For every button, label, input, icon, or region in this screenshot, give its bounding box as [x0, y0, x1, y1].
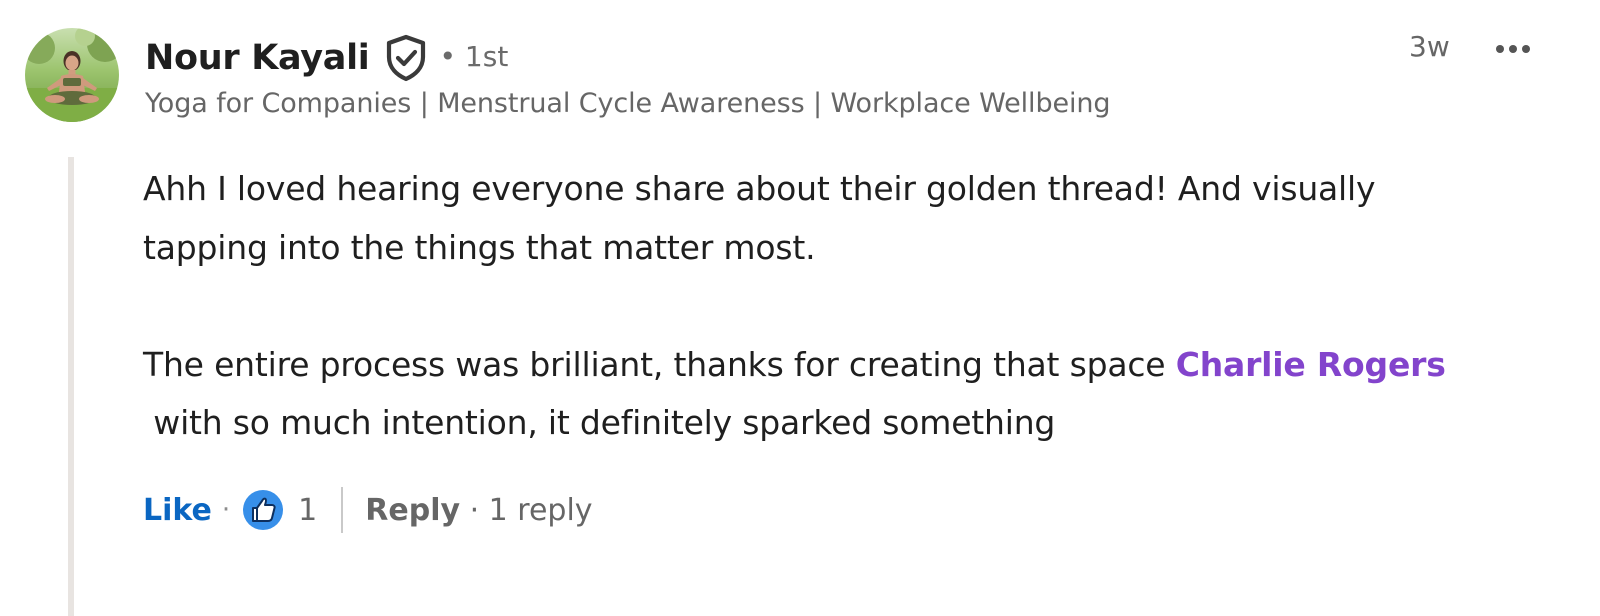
timestamp: 3w	[1409, 30, 1450, 63]
like-button[interactable]: Like	[143, 493, 212, 528]
reply-button[interactable]: Reply	[365, 493, 460, 528]
comment-actions: Like · 1 Reply · 1 reply	[143, 483, 593, 537]
mention-link[interactable]: Charlie Rogers	[1176, 345, 1446, 384]
comment-line: with so much intention, it definitely sp…	[143, 394, 1583, 453]
separator-dot: ·	[221, 495, 231, 525]
author-name[interactable]: Nour Kayali	[145, 38, 370, 78]
avatar[interactable]	[25, 28, 119, 122]
thumbs-up-icon[interactable]	[242, 489, 284, 531]
connection-degree: • 1st	[439, 39, 509, 73]
more-options-button[interactable]	[1485, 28, 1541, 70]
reply-count-link[interactable]: · 1 reply	[460, 493, 593, 528]
reply-count-text: · 1 reply	[469, 492, 593, 528]
shield-check-icon	[384, 34, 428, 82]
ellipsis-icon-dot	[1509, 45, 1517, 53]
reaction-count[interactable]: 1	[298, 493, 317, 528]
author-row: Nour Kayali • 1st	[145, 28, 508, 88]
comment-line: tapping into the things that matter most…	[143, 227, 816, 267]
divider	[341, 487, 344, 533]
comment-line: The entire process was brilliant, thanks…	[143, 336, 1583, 395]
comment-card: Nour Kayali • 1st Yoga for Companies | M…	[0, 0, 1600, 616]
ellipsis-icon-dot	[1496, 45, 1504, 53]
comment-body: Ahh I loved hearing everyone share about…	[143, 160, 1583, 453]
comment-text: with so much intention, it definitely sp…	[153, 403, 1056, 442]
comment-text: The entire process was brilliant, thanks…	[143, 344, 1176, 384]
ellipsis-icon-dot	[1522, 45, 1530, 53]
comment-line: Ahh I loved hearing everyone share about…	[143, 169, 1376, 208]
thread-line	[68, 157, 74, 616]
author-headline: Yoga for Companies | Menstrual Cycle Awa…	[145, 88, 1111, 119]
avatar-image	[25, 28, 119, 122]
